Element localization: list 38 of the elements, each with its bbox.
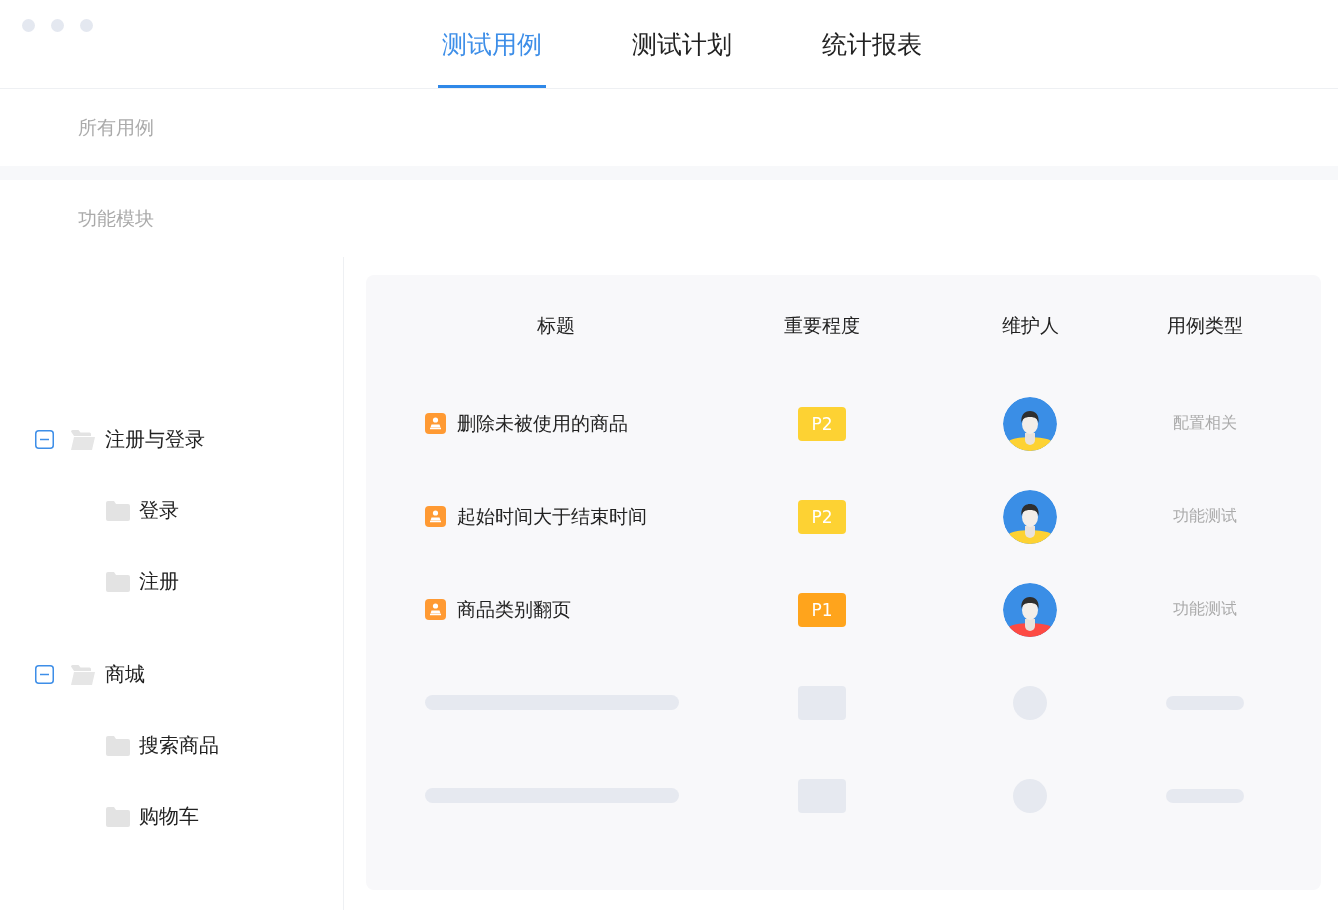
priority-badge: P2 <box>798 499 846 534</box>
collapse-icon[interactable] <box>35 665 54 684</box>
folder-icon <box>70 664 96 685</box>
window-control-icon[interactable] <box>22 19 35 32</box>
column-header: 重要程度 <box>784 313 860 338</box>
test-case-icon <box>425 413 446 434</box>
column-header: 用例类型 <box>1167 313 1243 338</box>
folder-icon <box>106 735 130 756</box>
collapse-icon[interactable] <box>35 430 54 449</box>
case-title[interactable]: 删除未被使用的商品 <box>457 410 628 437</box>
priority-badge: P2 <box>798 406 846 441</box>
tree-item[interactable]: 购物车 <box>139 803 199 830</box>
case-title[interactable]: 商品类别翻页 <box>457 596 571 623</box>
column-header: 标题 <box>537 313 575 338</box>
folder-icon <box>106 806 130 827</box>
test-case-icon <box>425 599 446 620</box>
tree-item[interactable]: 商城 <box>105 661 145 688</box>
folder-icon <box>106 500 130 521</box>
case-title[interactable]: 起始时间大于结束时间 <box>457 503 647 530</box>
priority-badge: P1 <box>798 592 846 627</box>
folder-icon <box>106 571 130 592</box>
tree-item[interactable]: 注册与登录 <box>105 426 205 453</box>
case-type: 配置相关 <box>1173 413 1237 434</box>
tree-item[interactable]: 登录 <box>139 497 179 524</box>
test-case-icon <box>425 506 446 527</box>
case-type: 功能测试 <box>1173 506 1237 527</box>
case-type: 功能测试 <box>1173 599 1237 620</box>
window-control-icon[interactable] <box>80 19 93 32</box>
tree-item[interactable]: 注册 <box>139 568 179 595</box>
column-header: 维护人 <box>1001 313 1059 338</box>
head <box>1021 596 1039 631</box>
head <box>1021 410 1039 445</box>
tab[interactable]: 统计报表 <box>818 0 926 88</box>
tree-item[interactable]: 搜索商品 <box>139 732 219 759</box>
folder-icon <box>70 429 96 450</box>
head <box>1021 503 1039 538</box>
window-control-icon[interactable] <box>51 19 64 32</box>
tab[interactable]: 测试计划 <box>628 0 736 88</box>
